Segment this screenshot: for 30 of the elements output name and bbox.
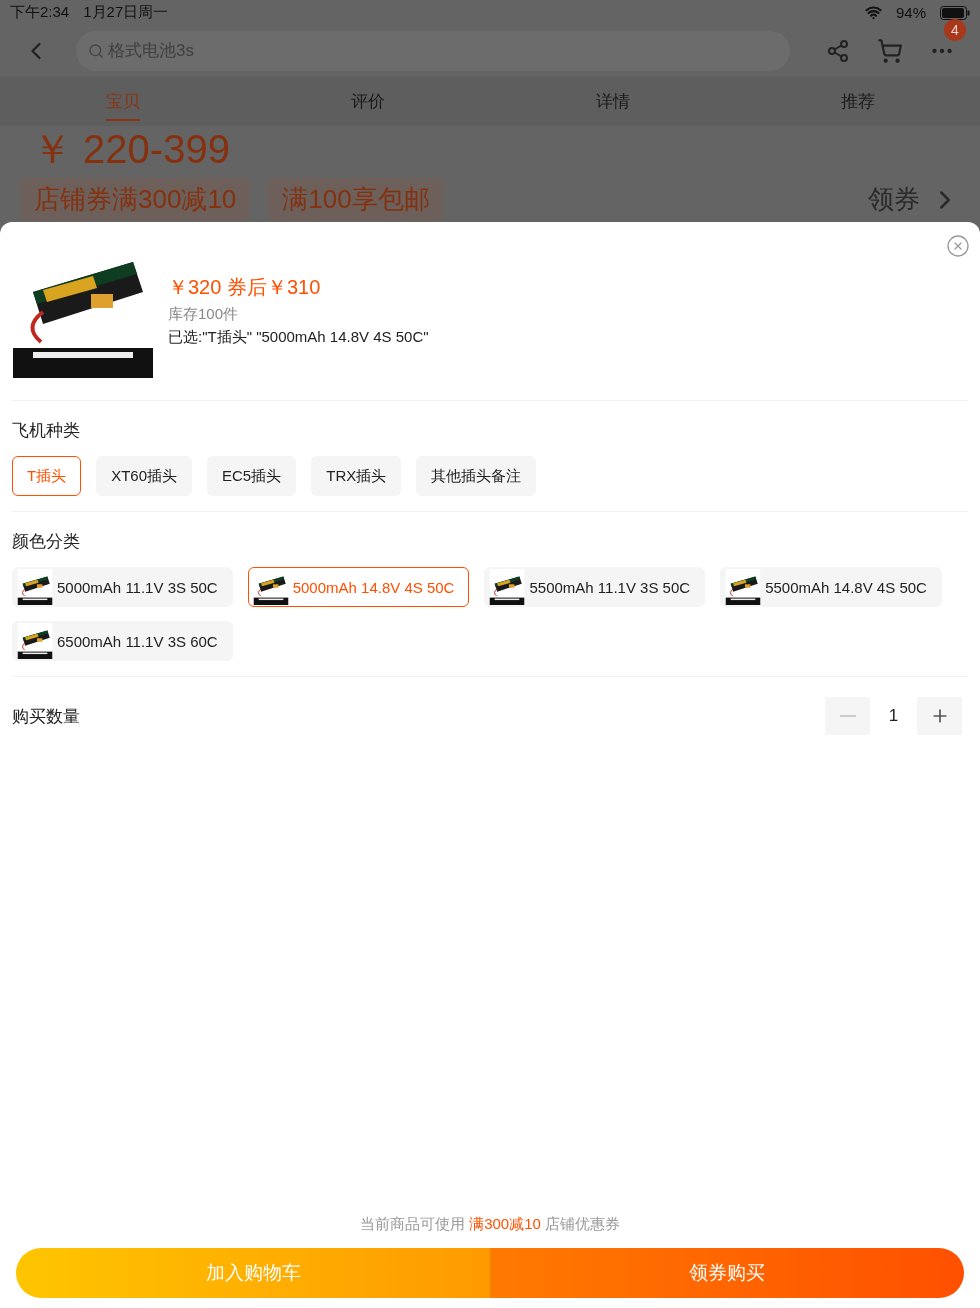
search-icon xyxy=(88,43,104,59)
increase-button[interactable] xyxy=(917,697,962,735)
battery-percent: 94% xyxy=(895,4,926,21)
price-range: ￥ 220-399 xyxy=(32,126,231,172)
status-date: 1月27日周一 xyxy=(83,3,169,22)
sheet-price: ￥320 券后￥310 xyxy=(168,275,322,300)
option-chip[interactable]: 其他插头备注 xyxy=(416,456,537,496)
option-chip[interactable]: EC5插头 xyxy=(207,456,297,496)
wifi-icon xyxy=(864,4,882,21)
stock-text: 库存100件 xyxy=(168,305,240,324)
status-time: 下午2:34 xyxy=(10,3,70,22)
notification-badge: 4 xyxy=(944,19,966,41)
selected-summary: 已选:"T插头" "5000mAh 14.8V 4S 50C" xyxy=(168,328,430,347)
option-chip[interactable]: XT60插头 xyxy=(96,456,193,496)
share-icon[interactable] xyxy=(826,39,850,63)
coupon-tag: 满100享包邮 xyxy=(268,178,444,221)
option-chip[interactable]: 5500mAh 11.1V 3S 50C xyxy=(484,567,706,607)
option-chip[interactable]: TRX插头 xyxy=(311,456,402,496)
cart-icon[interactable] xyxy=(877,38,903,64)
coupon-note: 当前商品可使用 满300减10 店铺优惠券 xyxy=(358,1215,622,1234)
option-chip[interactable]: 5000mAh 11.1V 3S 50C xyxy=(12,567,233,607)
close-icon[interactable] xyxy=(946,234,970,258)
option-group-title: 飞机种类 xyxy=(12,420,81,442)
option-chip[interactable]: 5500mAh 14.8V 4S 50C xyxy=(720,567,942,607)
quantity-label: 购买数量 xyxy=(12,705,80,728)
option-chip[interactable]: 6500mAh 11.1V 3S 60C xyxy=(12,621,233,661)
option-group-title: 颜色分类 xyxy=(12,531,81,553)
battery-icon xyxy=(940,5,970,20)
minus-icon xyxy=(839,715,856,717)
coupon-tag: 店铺券满300减10 xyxy=(20,178,251,221)
